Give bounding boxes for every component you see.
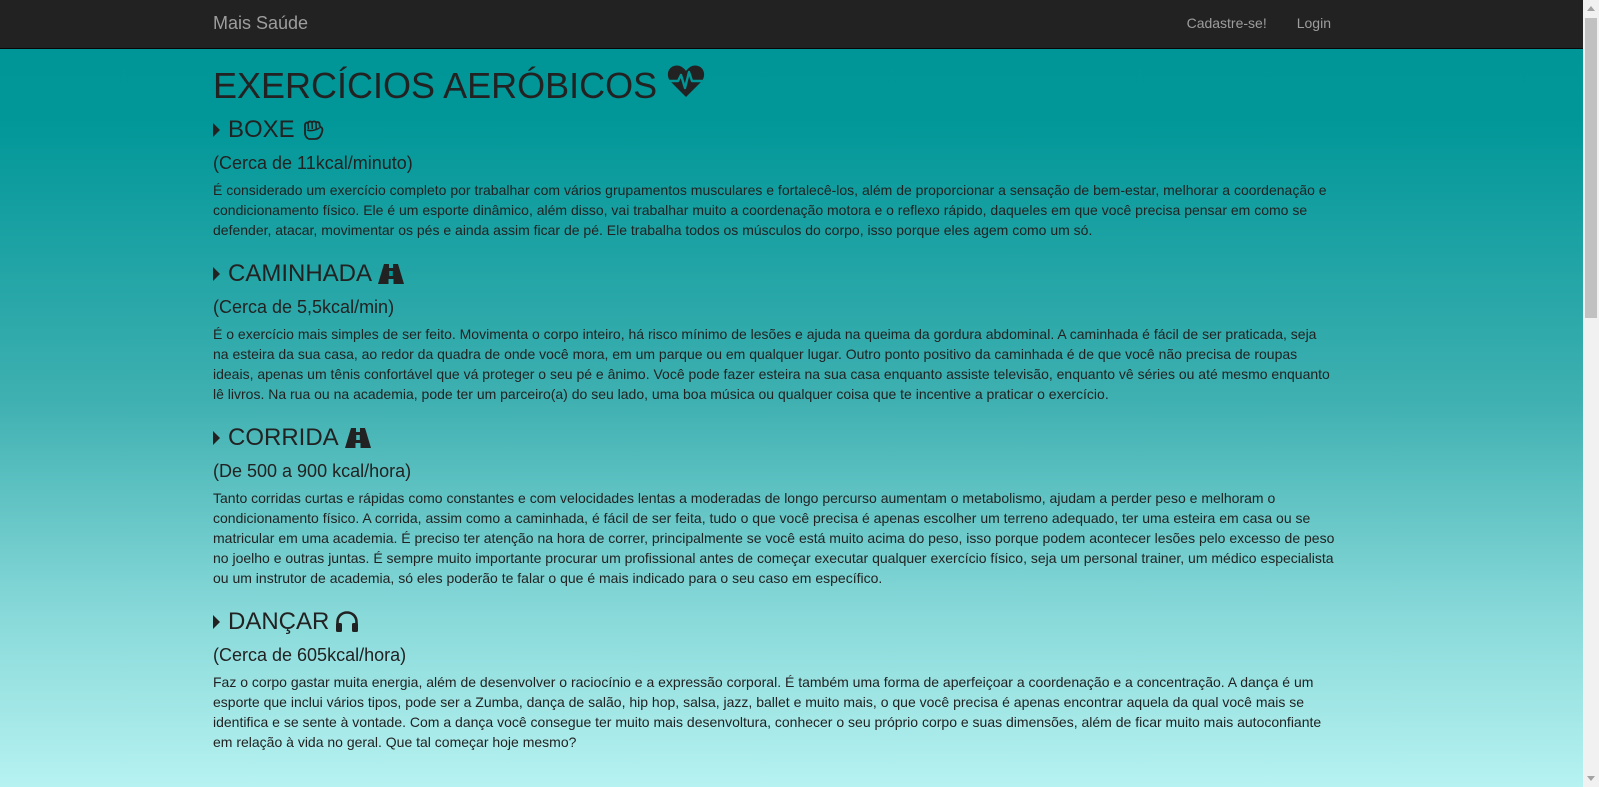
section-description: É considerado um exercício completo por … [213, 182, 1327, 238]
section-title-text: CAMINHADA [228, 260, 373, 287]
main-content: EXERCÍCIOS AERÓBICOS BOXE (Cerca de 11kc… [213, 64, 1335, 752]
signup-link[interactable]: Cadastre-se! [1187, 15, 1267, 31]
scroll-down-arrow-icon[interactable] [1587, 776, 1595, 781]
caret-right-icon [213, 431, 220, 445]
section-title-dancar[interactable]: DANÇAR [213, 608, 1335, 636]
caret-right-icon [213, 267, 220, 281]
section-title-text: BOXE [228, 116, 295, 143]
brand-link[interactable]: Mais Saúde [213, 13, 308, 34]
section-corrida: CORRIDA (De 500 a 900 kcal/hora) Tanto c… [213, 424, 1335, 588]
calorie-rate: (De 500 a 900 kcal/hora) [213, 461, 412, 481]
calorie-rate: (Cerca de 605kcal/hora) [213, 645, 407, 665]
road-icon [378, 264, 405, 284]
login-link[interactable]: Login [1297, 15, 1331, 31]
vertical-scrollbar[interactable] [1583, 0, 1599, 787]
page-title: EXERCÍCIOS AERÓBICOS [213, 64, 1335, 108]
page-title-text: EXERCÍCIOS AERÓBICOS [213, 65, 658, 106]
top-navbar: Mais Saúde Cadastre-se! Login [0, 0, 1583, 49]
caret-right-icon [213, 615, 220, 629]
calorie-rate: (Cerca de 11kcal/minuto) [213, 153, 413, 173]
nav-links: Cadastre-se! Login [1187, 15, 1331, 31]
road-icon [344, 428, 371, 448]
section-dancar: DANÇAR (Cerca de 605kcal/hora) Faz o cor… [213, 608, 1335, 752]
scrollbar-thumb[interactable] [1585, 18, 1597, 318]
section-title-text: CORRIDA [228, 424, 339, 451]
heartbeat-icon [667, 64, 705, 108]
calorie-rate: (Cerca de 5,5kcal/min) [213, 297, 395, 317]
section-title-text: DANÇAR [228, 608, 330, 635]
section-title-corrida[interactable]: CORRIDA [213, 424, 1335, 452]
section-title-caminhada[interactable]: CAMINHADA [213, 260, 1335, 288]
headphones-icon [335, 611, 359, 633]
caret-right-icon [213, 123, 220, 137]
fist-icon [301, 119, 325, 141]
section-description: É o exercício mais simples de ser feito.… [213, 326, 1330, 402]
section-caminhada: CAMINHADA (Cerca de 5,5kcal/min) É o exe… [213, 260, 1335, 404]
section-title-boxe[interactable]: BOXE [213, 116, 1335, 144]
scroll-up-arrow-icon[interactable] [1587, 6, 1595, 11]
section-boxe: BOXE (Cerca de 11kcal/minuto) É consider… [213, 116, 1335, 240]
section-description: Tanto corridas curtas e rápidas como con… [213, 490, 1335, 586]
section-description: Faz o corpo gastar muita energia, além d… [213, 674, 1322, 750]
